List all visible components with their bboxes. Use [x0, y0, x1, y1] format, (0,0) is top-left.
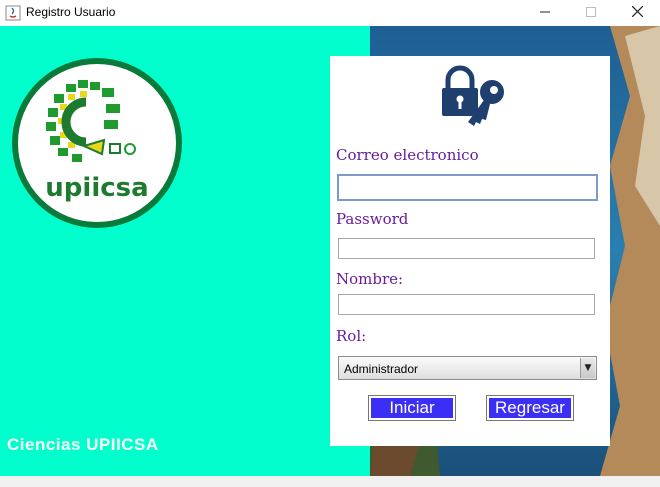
- logo-emblem-icon: upiicsa: [45, 80, 149, 203]
- maximize-icon: [586, 7, 596, 17]
- name-field[interactable]: [338, 294, 595, 315]
- back-button-label: Regresar: [489, 398, 571, 418]
- java-app-icon: [5, 5, 21, 21]
- maximize-button[interactable]: [568, 0, 614, 26]
- login-button[interactable]: Iniciar: [368, 395, 456, 421]
- branding-panel: upiicsa Ciencias UPIICSA: [0, 26, 370, 476]
- email-label: Correo electronico: [336, 146, 479, 164]
- close-icon: [631, 5, 643, 18]
- minimize-button[interactable]: [522, 0, 568, 26]
- role-select[interactable]: Administrador ▼: [338, 356, 597, 380]
- email-field[interactable]: [337, 174, 598, 201]
- close-button[interactable]: [614, 0, 660, 26]
- login-form-card: Correo electronico Password Nombre: Rol:…: [330, 56, 610, 446]
- upiicsa-logo: upiicsa: [12, 58, 182, 228]
- chevron-down-icon[interactable]: ▼: [580, 358, 595, 378]
- app-window: Registro Usuario upiicsa Ciencias UPIICS…: [0, 0, 660, 487]
- role-label: Rol:: [336, 327, 367, 345]
- password-label: Password: [336, 210, 409, 228]
- logo-text: upiicsa: [45, 173, 148, 203]
- title-bar: Registro Usuario: [0, 0, 660, 26]
- back-button[interactable]: Regresar: [486, 395, 574, 421]
- password-field[interactable]: [338, 238, 595, 259]
- login-button-label: Iniciar: [371, 398, 453, 418]
- window-bottom-border: [0, 476, 660, 487]
- name-label: Nombre:: [336, 270, 404, 288]
- role-selected-value: Administrador: [344, 362, 419, 376]
- lock-key-icon: [442, 65, 504, 126]
- window-title: Registro Usuario: [26, 5, 116, 19]
- minimize-icon: [540, 11, 550, 13]
- footer-caption: Ciencias UPIICSA: [7, 435, 159, 454]
